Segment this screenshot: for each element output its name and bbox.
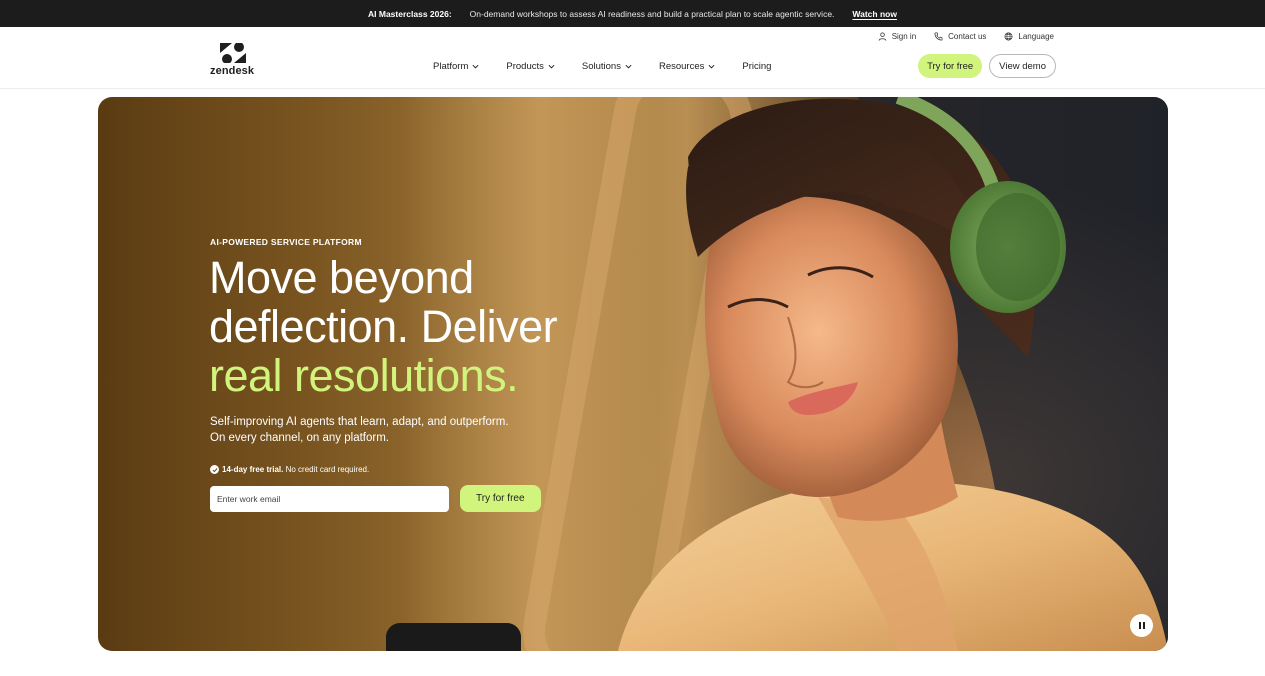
headline-line-3: real resolutions.: [209, 350, 519, 401]
nav-products-label: Products: [506, 61, 544, 72]
subtitle-line-1: Self-improving AI agents that learn, ada…: [210, 416, 509, 428]
hero-subtitle: Self-improving AI agents that learn, ada…: [210, 414, 550, 446]
view-demo-button[interactable]: View demo: [989, 54, 1056, 78]
announcement-title: AI Masterclass 2026:: [368, 8, 452, 19]
announcement-bar: AI Masterclass 2026: On-demand workshops…: [0, 0, 1265, 27]
hero-headline: Move beyond deflection. Deliver real res…: [209, 252, 558, 401]
zendesk-logo-icon: [220, 43, 246, 63]
sign-in-label: Sign in: [891, 32, 917, 41]
sign-in-link[interactable]: Sign in: [878, 32, 916, 41]
check-circle-icon: [210, 465, 219, 474]
pause-icon-bar: [1142, 622, 1145, 629]
site-header: zendesk Sign in Contact us Language Plat…: [0, 27, 1265, 89]
nav-platform-label: Platform: [433, 61, 469, 72]
phone-icon: [934, 32, 943, 41]
work-email-input[interactable]: [210, 486, 449, 512]
trial-note: 14-day free trial. No credit card requir…: [210, 465, 369, 474]
language-label: Language: [1018, 32, 1054, 41]
utility-nav: Sign in Contact us Language: [878, 32, 1054, 41]
nav-pricing-label: Pricing: [742, 61, 772, 72]
nav-solutions-label: Solutions: [581, 61, 621, 72]
contact-us-label: Contact us: [948, 32, 987, 41]
globe-icon: [1004, 32, 1013, 41]
hero-try-for-free-button[interactable]: Try for free: [460, 485, 541, 512]
trial-rest: No credit card required.: [283, 465, 370, 474]
headline-line-2: deflection. Deliver: [209, 301, 558, 352]
nav-platform[interactable]: Platform: [433, 61, 479, 72]
language-selector[interactable]: Language: [1004, 32, 1054, 41]
nav-resources-label: Resources: [658, 61, 705, 72]
hero-section: AI-POWERED SERVICE PLATFORM Move beyond …: [98, 97, 1168, 651]
trial-bold: 14-day free trial.: [222, 465, 284, 474]
nav-solutions[interactable]: Solutions: [582, 61, 632, 72]
nav-products[interactable]: Products: [506, 61, 555, 72]
zendesk-logo[interactable]: zendesk: [210, 43, 260, 79]
main-nav: Platform Products Solutions Resources Pr…: [433, 61, 771, 72]
hero-eyebrow: AI-POWERED SERVICE PLATFORM: [210, 237, 362, 247]
announcement-text: On-demand workshops to assess AI readine…: [469, 8, 835, 19]
nav-pricing[interactable]: Pricing: [742, 61, 771, 72]
chevron-down-icon: [708, 64, 715, 69]
chevron-down-icon: [548, 64, 555, 69]
try-for-free-button[interactable]: Try for free: [918, 54, 983, 78]
user-icon: [878, 32, 887, 41]
subtitle-line-2: On every channel, on any platform.: [210, 432, 389, 444]
pause-button[interactable]: [1130, 614, 1153, 637]
watch-now-link[interactable]: Watch now: [852, 9, 897, 19]
logo-wordmark: zendesk: [210, 65, 255, 77]
chevron-down-icon: [472, 64, 479, 69]
nav-resources[interactable]: Resources: [659, 61, 715, 72]
headline-line-1: Move beyond: [209, 252, 474, 303]
header-ctas: Try for free View demo: [918, 54, 1056, 78]
pause-icon: [1138, 622, 1141, 629]
chevron-down-icon: [625, 64, 632, 69]
contact-us-link[interactable]: Contact us: [934, 32, 986, 41]
